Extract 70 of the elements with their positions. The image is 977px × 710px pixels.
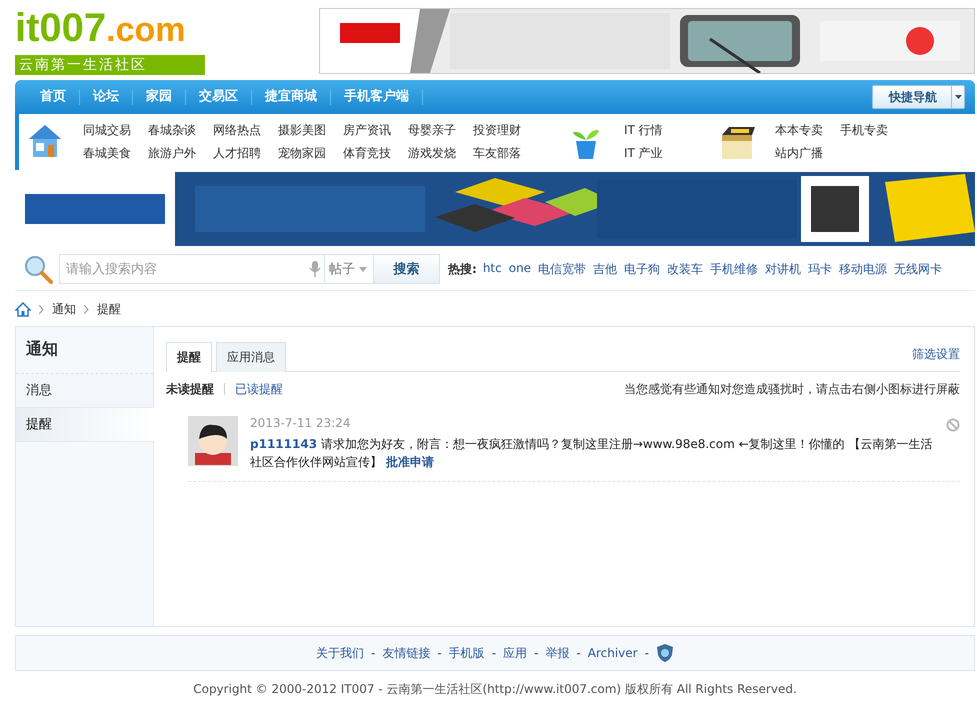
hot-search-label: 热搜: xyxy=(448,260,477,278)
filter-settings-link[interactable]: 筛选设置 xyxy=(912,346,960,363)
category-link[interactable]: 车友部落 xyxy=(473,145,538,162)
link-separator: - xyxy=(437,646,442,660)
notification-text: p1111143 请求加您为好友，附言：想一夜疯狂激情吗？复制这里注册→www.98e8.com ←复制这里！你懂的 【云南第一生活社区合作伙伴网站宣传】 批准申请 xyxy=(250,436,934,471)
category-link[interactable]: 春城美食 xyxy=(83,145,148,162)
category-link[interactable]: 网络热点 xyxy=(213,122,278,139)
footer-link[interactable]: Archiver xyxy=(588,646,638,660)
hot-search-link[interactable]: htc xyxy=(482,260,502,278)
hot-search-link[interactable]: 无线网卡 xyxy=(894,260,942,278)
breadcrumb-link[interactable]: 提醒 xyxy=(97,300,121,318)
hot-search-link[interactable]: 移动电源 xyxy=(839,260,888,278)
category-link[interactable]: 同城交易 xyxy=(83,122,148,139)
chevron-icon xyxy=(39,304,44,314)
tab[interactable]: 提醒 xyxy=(166,342,212,372)
category-link[interactable]: 站内广播 xyxy=(775,145,840,162)
hot-search-link[interactable]: 吉他 xyxy=(593,260,618,278)
tab[interactable]: 应用消息 xyxy=(216,342,286,372)
category-link[interactable]: 旅游户外 xyxy=(148,145,213,162)
filter-link[interactable]: 未读提醒 xyxy=(166,380,214,398)
hot-search-link[interactable]: 电子狗 xyxy=(624,260,660,278)
hot-search-link[interactable]: 改装车 xyxy=(667,260,704,278)
user-link[interactable]: p1111143 xyxy=(250,437,318,451)
microphone-icon xyxy=(309,261,321,277)
shield-icon xyxy=(656,643,674,663)
category-link[interactable]: 体育竞技 xyxy=(343,145,408,162)
link-separator: - xyxy=(371,646,376,660)
footer-link[interactable]: 举报 xyxy=(545,644,570,662)
category-link[interactable]: 房产资讯 xyxy=(343,122,408,139)
home-icon[interactable] xyxy=(15,302,31,316)
search-icon xyxy=(23,254,53,284)
filter-link[interactable]: 已读提醒 xyxy=(235,380,283,398)
category-link[interactable]: 本本专卖 xyxy=(775,122,840,139)
category-link[interactable]: 游戏发烧 xyxy=(408,145,473,162)
caret-icon xyxy=(954,95,962,99)
footer-link[interactable]: 手机版 xyxy=(448,644,485,662)
link-separator: - xyxy=(644,646,649,660)
category-link[interactable]: 手机专卖 xyxy=(840,122,905,139)
search-button[interactable]: 搜索 xyxy=(374,254,440,284)
chevron-icon xyxy=(84,304,89,314)
link-separator: - xyxy=(576,646,581,660)
caret-icon xyxy=(359,266,367,272)
category-link[interactable]: 母婴亲子 xyxy=(408,122,473,139)
category-link[interactable]: 摄影美图 xyxy=(278,122,343,139)
category-link[interactable]: IT 行情 xyxy=(624,122,689,139)
breadcrumb-link[interactable]: 通知 xyxy=(52,300,76,318)
category-link[interactable]: 春城杂谈 xyxy=(148,122,213,139)
hot-search-link[interactable]: 手机维修 xyxy=(710,260,758,278)
hot-search-link[interactable]: 对讲机 xyxy=(765,260,802,278)
quick-nav-button[interactable]: 快捷导航 xyxy=(872,85,965,109)
timestamp: 2013-7-11 23:24 xyxy=(250,416,352,430)
category-link[interactable]: 宠物家园 xyxy=(278,145,343,162)
scope-dropdown[interactable]: 帖子 xyxy=(325,254,374,284)
category-link[interactable]: 人才招聘 xyxy=(213,145,278,162)
hot-search-link[interactable]: 玛卡 xyxy=(808,260,832,278)
approve-link[interactable]: 批准申请 xyxy=(386,455,434,469)
link-separator: - xyxy=(534,646,538,660)
footer-link[interactable]: 友情链接 xyxy=(382,644,430,662)
link-separator: - xyxy=(492,646,496,660)
category-link[interactable]: IT 产业 xyxy=(624,145,689,162)
hint-text: 当您感觉有些通知对您造成骚扰时，请点击右侧小图标进行屏蔽 xyxy=(624,380,960,398)
copyright-text: Copyright © 2000-2012 IT007 - 云南第一生活社区(http://www.it007.com) 版权所有 All Rights Reserved. xyxy=(192,681,798,698)
search-field[interactable]: 请输入搜索内容 xyxy=(59,254,325,284)
footer-link[interactable]: 应用 xyxy=(503,644,528,662)
footer-link[interactable]: 关于我们 xyxy=(316,644,364,662)
hot-search-link[interactable]: one xyxy=(508,260,532,278)
category-link[interactable]: 投资理财 xyxy=(473,122,538,139)
avatar-icon xyxy=(188,416,238,466)
sidebar-item[interactable]: 提醒 xyxy=(16,408,154,442)
hot-search-link[interactable]: 电信宽带 xyxy=(538,260,586,278)
